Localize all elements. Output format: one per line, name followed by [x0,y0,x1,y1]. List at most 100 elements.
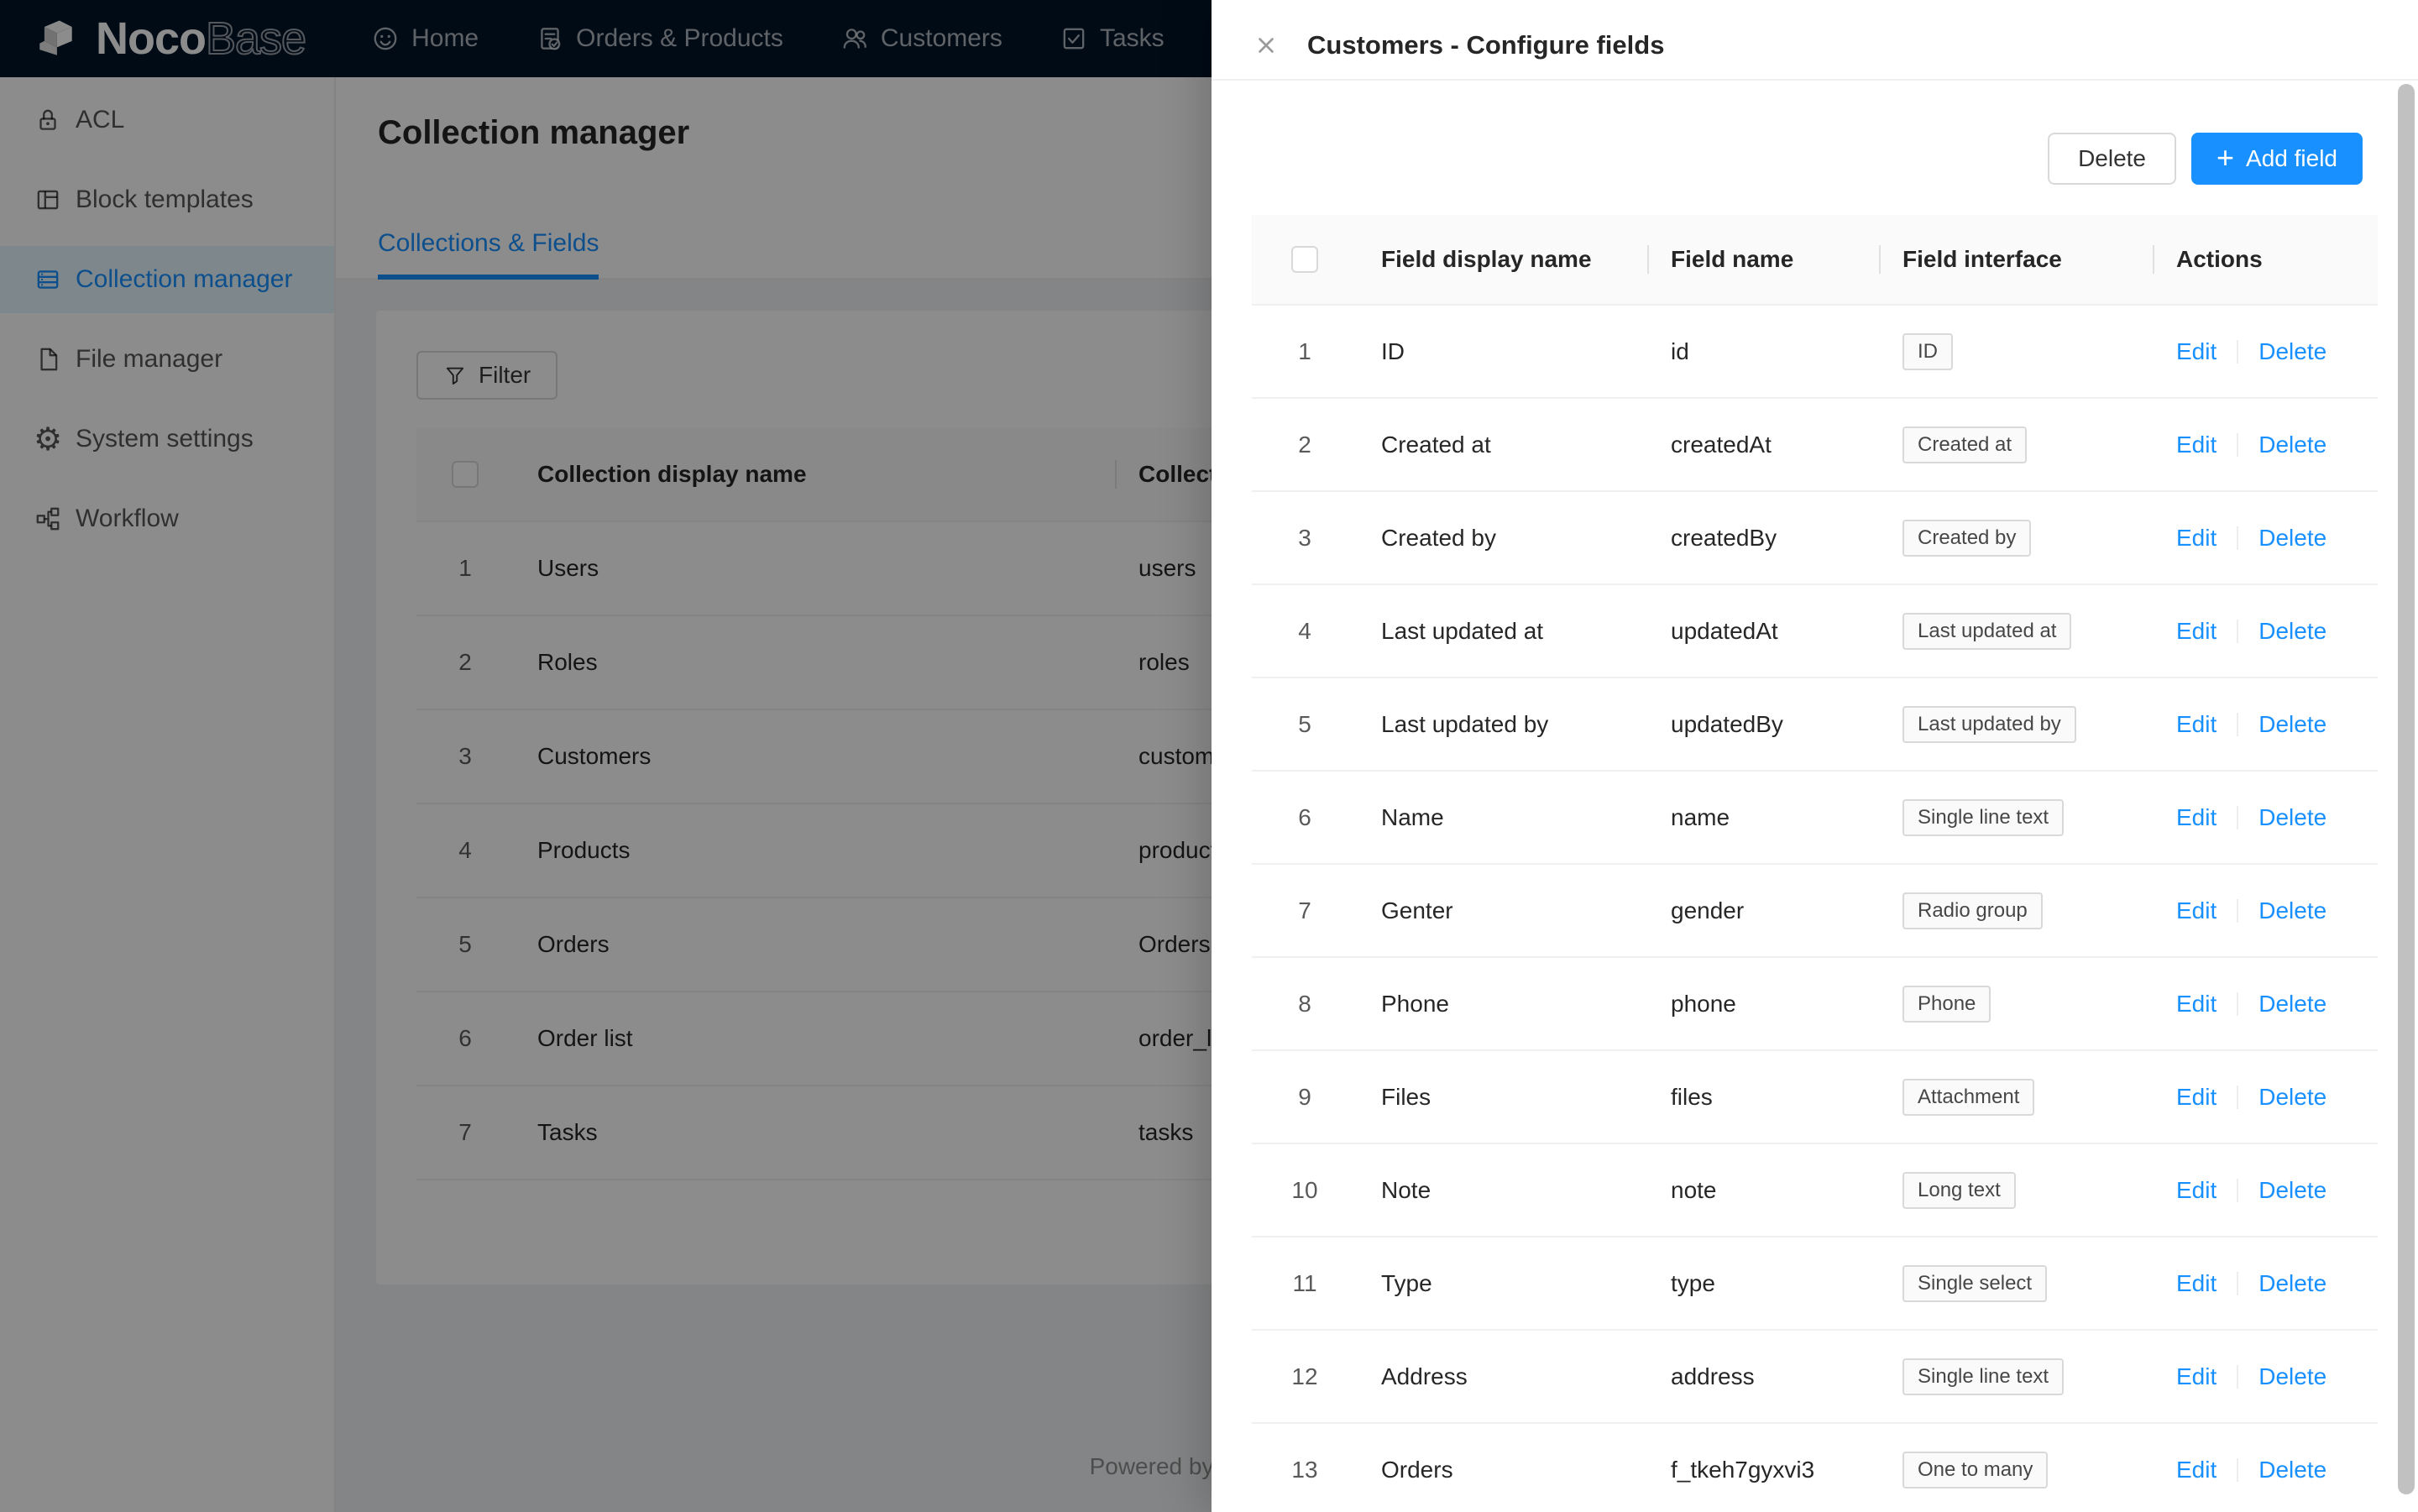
table-row[interactable]: 7GentergenderRadio groupEditDelete [1252,865,2378,958]
field-display-name: Note [1358,1177,1647,1204]
delete-link[interactable]: Delete [2258,1177,2326,1204]
edit-link[interactable]: Edit [2176,525,2216,552]
actions-divider [2237,526,2238,550]
delete-link[interactable]: Delete [2258,618,2326,645]
edit-link[interactable]: Edit [2176,1457,2216,1483]
row-actions: Edit Delete [2153,1457,2378,1483]
delete-link[interactable]: Delete [2258,525,2326,552]
row-actions: Edit Delete [2153,1177,2378,1204]
field-interface-cell: Long text [1879,1172,2153,1209]
row-actions: Edit Delete [2153,711,2378,738]
edit-link[interactable]: Edit [2176,991,2216,1018]
select-all-fields-checkbox[interactable] [1291,246,1318,273]
delete-link[interactable]: Delete [2258,432,2326,458]
edit-link[interactable]: Edit [2176,897,2216,924]
row-index: 4 [1298,618,1311,645]
delete-link[interactable]: Delete [2258,338,2326,365]
app: NocoBase Home Orders & Produc [0,0,2418,1512]
row-actions: Edit Delete [2153,338,2378,365]
field-interface-tag: Long text [1902,1172,2016,1209]
delete-link[interactable]: Delete [2258,991,2326,1018]
table-row[interactable]: 6NamenameSingle line textEditDelete [1252,772,2378,865]
row-index: 13 [1291,1457,1317,1483]
actions-divider [2237,713,2238,736]
configure-fields-drawer: Customers - Configure fields Delete + Ad… [1212,0,2418,1512]
column-header-field-name: Field name [1647,246,1879,273]
edit-link[interactable]: Edit [2176,804,2216,831]
field-name: updatedAt [1647,618,1879,645]
drawer-scrollbar[interactable] [2398,84,2415,1494]
delete-link[interactable]: Delete [2258,1363,2326,1390]
plus-icon: + [2216,143,2234,173]
field-interface-tag: Radio group [1902,892,2043,929]
actions-divider [2237,433,2238,457]
row-index: 9 [1298,1084,1311,1111]
field-interface-cell: Attachment [1879,1079,2153,1116]
edit-link[interactable]: Edit [2176,338,2216,365]
field-display-name: Last updated at [1358,618,1647,645]
column-header-field-interface: Field interface [1879,246,2153,273]
table-row[interactable]: 11TypetypeSingle selectEditDelete [1252,1237,2378,1331]
field-display-name: Created by [1358,525,1647,552]
field-display-name: Files [1358,1084,1647,1111]
table-row[interactable]: 2Created atcreatedAtCreated atEditDelete [1252,399,2378,492]
field-interface-tag: Attachment [1902,1079,2034,1116]
field-interface-tag: Single select [1902,1265,2047,1302]
delete-link[interactable]: Delete [2258,1270,2326,1297]
delete-link[interactable]: Delete [2258,1457,2326,1483]
table-row[interactable]: 10NotenoteLong textEditDelete [1252,1144,2378,1237]
fields-table-body: 1IDidIDEditDelete2Created atcreatedAtCre… [1252,306,2378,1512]
field-name: gender [1647,897,1879,924]
delete-link[interactable]: Delete [2258,804,2326,831]
row-index: 2 [1298,432,1311,458]
field-interface-tag: Last updated at [1902,613,2071,650]
table-row[interactable]: 8PhonephonePhoneEditDelete [1252,958,2378,1051]
row-index: 6 [1298,804,1311,831]
field-interface-cell: One to many [1879,1452,2153,1488]
table-row[interactable]: 13Ordersf_tkeh7gyxvi3One to manyEditDele… [1252,1424,2378,1512]
field-name: createdAt [1647,432,1879,458]
actions-divider [2237,1179,2238,1202]
table-row[interactable]: 4Last updated atupdatedAtLast updated at… [1252,585,2378,678]
edit-link[interactable]: Edit [2176,1177,2216,1204]
add-field-button[interactable]: + Add field [2191,133,2363,185]
row-actions: Edit Delete [2153,525,2378,552]
drawer-body: Delete + Add field Field display name Fi… [1252,81,2378,1512]
edit-link[interactable]: Edit [2176,1270,2216,1297]
row-index: 1 [1298,338,1311,365]
field-interface-tag: Created at [1902,426,2027,463]
column-header-actions: Actions [2153,246,2378,273]
table-row[interactable]: 5Last updated byupdatedByLast updated by… [1252,678,2378,772]
actions-divider [2237,806,2238,829]
drawer-title: Customers - Configure fields [1307,30,1664,60]
field-interface-tag: Phone [1902,986,1991,1023]
row-actions: Edit Delete [2153,804,2378,831]
field-name: f_tkeh7gyxvi3 [1647,1457,1879,1483]
field-interface-cell: Created at [1879,426,2153,463]
row-index: 11 [1292,1270,1316,1297]
field-interface-cell: Single line text [1879,799,2153,836]
actions-divider [2237,992,2238,1016]
edit-link[interactable]: Edit [2176,1084,2216,1111]
table-row[interactable]: 9FilesfilesAttachmentEditDelete [1252,1051,2378,1144]
table-row[interactable]: 1IDidIDEditDelete [1252,306,2378,399]
field-interface-cell: ID [1879,333,2153,370]
actions-divider [2237,1272,2238,1295]
edit-link[interactable]: Edit [2176,432,2216,458]
field-name: phone [1647,991,1879,1018]
table-row[interactable]: 3Created bycreatedByCreated byEditDelete [1252,492,2378,585]
edit-link[interactable]: Edit [2176,1363,2216,1390]
delete-link[interactable]: Delete [2258,897,2326,924]
delete-button[interactable]: Delete [2048,133,2176,185]
delete-link[interactable]: Delete [2258,711,2326,738]
edit-link[interactable]: Edit [2176,711,2216,738]
field-interface-cell: Single line text [1879,1358,2153,1395]
close-icon[interactable] [1252,31,1280,60]
delete-link[interactable]: Delete [2258,1084,2326,1111]
table-row[interactable]: 12AddressaddressSingle line textEditDele… [1252,1331,2378,1424]
row-index: 10 [1291,1177,1317,1204]
field-display-name: Name [1358,804,1647,831]
edit-link[interactable]: Edit [2176,618,2216,645]
row-actions: Edit Delete [2153,991,2378,1018]
field-interface-tag: Created by [1902,520,2031,557]
